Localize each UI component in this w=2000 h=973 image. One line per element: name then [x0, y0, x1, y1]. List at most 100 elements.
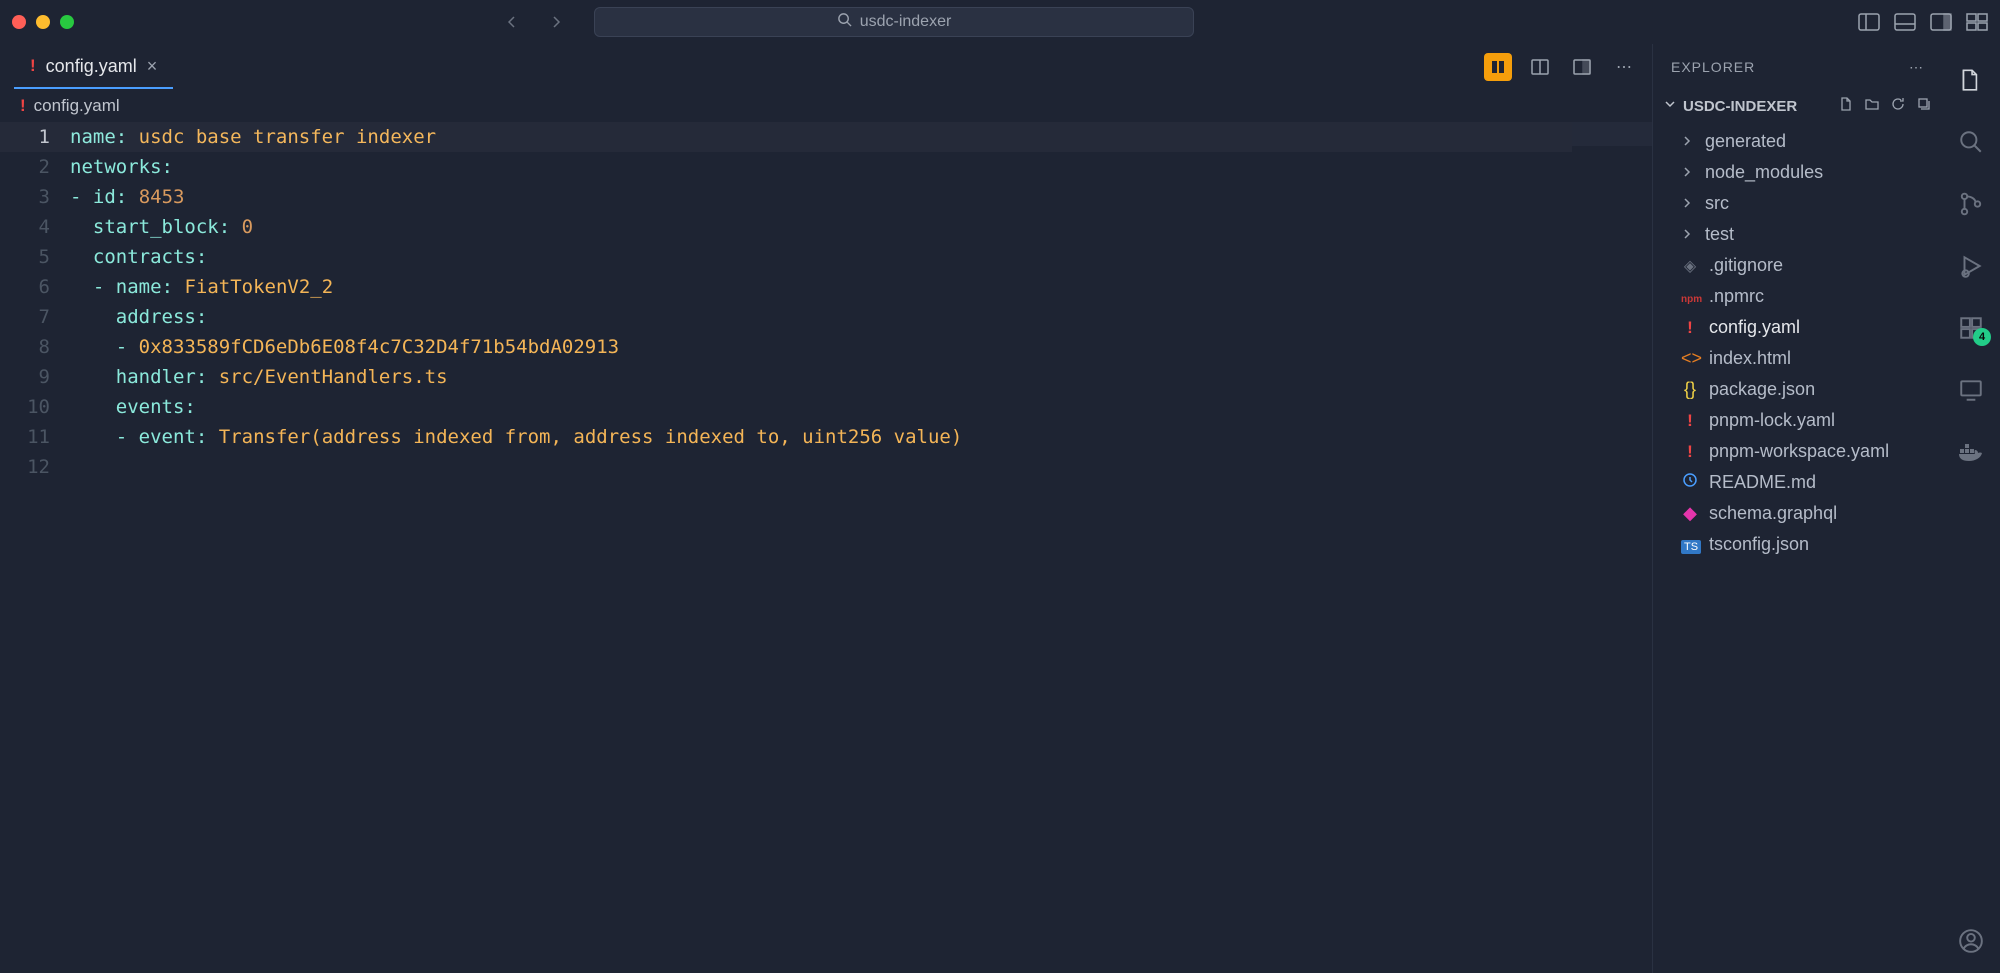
breadcrumb[interactable]: ! config.yaml [0, 90, 1652, 122]
tree-folder[interactable]: node_modules [1653, 157, 1942, 188]
new-file-icon[interactable] [1838, 96, 1854, 116]
line-number: 2 [0, 152, 50, 182]
file-type-icon: <> [1681, 348, 1699, 369]
refresh-icon[interactable] [1890, 96, 1906, 116]
code-line[interactable]: handler: src/EventHandlers.ts [70, 362, 1652, 392]
chevron-down-icon [1663, 97, 1677, 115]
code-line[interactable]: - id: 8453 [70, 182, 1652, 212]
run-debug-activity-icon[interactable] [1957, 252, 1985, 280]
tree-item-label: test [1705, 224, 1734, 245]
nav-arrows [504, 14, 564, 30]
code-line[interactable] [70, 452, 1652, 482]
toggle-primary-sidebar-icon[interactable] [1858, 13, 1880, 31]
tree-file[interactable]: TStsconfig.json [1653, 529, 1942, 560]
source-control-activity-icon[interactable] [1957, 190, 1985, 218]
chevron-right-icon [1681, 224, 1695, 245]
file-type-icon: ◈ [1681, 255, 1699, 276]
remote-activity-icon[interactable] [1957, 376, 1985, 404]
tree-file[interactable]: !pnpm-workspace.yaml [1653, 436, 1942, 467]
file-type-icon: TS [1681, 534, 1699, 555]
editor-group: ! config.yaml × ⋯ ! config.yaml [0, 44, 1652, 973]
compare-changes-icon[interactable] [1484, 53, 1512, 81]
chevron-right-icon [1681, 193, 1695, 214]
new-folder-icon[interactable] [1864, 96, 1880, 116]
nav-forward-icon[interactable] [548, 14, 564, 30]
file-type-icon: ! [1681, 317, 1699, 338]
line-numbers: 123456789101112 [0, 122, 70, 973]
extensions-activity-icon[interactable]: 4 [1957, 314, 1985, 342]
current-line-highlight [0, 122, 1572, 152]
accounts-activity-icon[interactable] [1957, 927, 1985, 955]
explorer-activity-icon[interactable] [1957, 66, 1985, 94]
customize-layout-icon[interactable] [1966, 13, 1988, 31]
code-line[interactable]: address: [70, 302, 1652, 332]
yaml-file-icon: ! [30, 56, 36, 76]
file-tree: generatednode_modulessrc test ◈ .gitignore n… [1653, 122, 1942, 564]
explorer-title: EXPLORER [1671, 59, 1755, 75]
code-line[interactable]: events: [70, 392, 1652, 422]
window-controls [12, 15, 74, 29]
search-activity-icon[interactable] [1957, 128, 1985, 156]
chevron-right-icon [1681, 131, 1695, 152]
nav-back-icon[interactable] [504, 14, 520, 30]
file-type-icon: ◆ [1681, 503, 1699, 524]
code-line[interactable]: networks: [70, 152, 1652, 182]
maximize-window-button[interactable] [60, 15, 74, 29]
file-type-icon: ! [1681, 441, 1699, 462]
tree-file[interactable]: !config.yaml [1653, 312, 1942, 343]
tree-file[interactable]: {}package.json [1653, 374, 1942, 405]
command-center[interactable]: usdc-indexer [594, 7, 1194, 37]
minimize-window-button[interactable] [36, 15, 50, 29]
line-number: 8 [0, 332, 50, 362]
more-actions-icon[interactable]: ⋯ [1610, 53, 1638, 81]
tree-folder[interactable]: generated [1653, 126, 1942, 157]
code-line[interactable]: - 0x833589fCD6eDb6E08f4c7C32D4f71b54bdA0… [70, 332, 1652, 362]
tree-item-label: .npmrc [1709, 286, 1764, 307]
code-line[interactable]: start_block: 0 [70, 212, 1652, 242]
tree-item-label: .gitignore [1709, 255, 1783, 276]
tree-item-label: src [1705, 193, 1729, 214]
titlebar: usdc-indexer [0, 0, 2000, 44]
open-preview-icon[interactable] [1526, 53, 1554, 81]
search-icon [837, 12, 852, 32]
extensions-badge: 4 [1973, 328, 1991, 346]
tree-file[interactable]: npm .npmrc [1653, 281, 1942, 312]
tree-item-label: index.html [1709, 348, 1791, 369]
code-line[interactable]: - event: Transfer(address indexed from, … [70, 422, 1652, 452]
tree-item-label: package.json [1709, 379, 1815, 400]
toggle-secondary-sidebar-icon[interactable] [1930, 13, 1952, 31]
docker-activity-icon[interactable] [1957, 438, 1985, 466]
line-number: 9 [0, 362, 50, 392]
collapse-all-icon[interactable] [1916, 96, 1932, 116]
file-type-icon: npm [1681, 286, 1699, 307]
toggle-panel-icon[interactable] [1894, 13, 1916, 31]
tree-folder[interactable]: src [1653, 188, 1942, 219]
tree-file[interactable]: ◆ schema.graphql [1653, 498, 1942, 529]
breadcrumb-file: config.yaml [34, 96, 120, 116]
line-number: 10 [0, 392, 50, 422]
split-editor-icon[interactable] [1568, 53, 1596, 81]
tree-folder[interactable]: test [1653, 219, 1942, 250]
explorer-sidebar: EXPLORER ⋯ USDC-INDEXER generatednode_mo… [1652, 44, 1942, 973]
close-window-button[interactable] [12, 15, 26, 29]
root-folder-name: USDC-INDEXER [1683, 98, 1797, 115]
tree-file[interactable]: ◈ .gitignore [1653, 250, 1942, 281]
line-number: 4 [0, 212, 50, 242]
code-content[interactable]: name: usdc base transfer indexernetworks… [70, 122, 1652, 973]
tree-item-label: README.md [1709, 472, 1816, 493]
line-number: 7 [0, 302, 50, 332]
tab-config-yaml[interactable]: ! config.yaml × [14, 46, 173, 89]
tree-item-label: schema.graphql [1709, 503, 1837, 524]
tree-file[interactable]: !pnpm-lock.yaml [1653, 405, 1942, 436]
tree-file[interactable]: <> index.html [1653, 343, 1942, 374]
explorer-header: EXPLORER ⋯ [1653, 44, 1942, 90]
explorer-more-icon[interactable]: ⋯ [1909, 59, 1924, 76]
minimap[interactable] [1572, 122, 1652, 242]
code-line[interactable]: - name: FiatTokenV2_2 [70, 272, 1652, 302]
tab-close-icon[interactable]: × [147, 56, 158, 77]
code-editor[interactable]: 123456789101112 name: usdc base transfer… [0, 122, 1652, 973]
code-line[interactable]: contracts: [70, 242, 1652, 272]
folder-section-header[interactable]: USDC-INDEXER [1653, 90, 1942, 122]
activity-bar: 4 [1942, 44, 2000, 973]
tree-file[interactable]: README.md [1653, 467, 1942, 498]
